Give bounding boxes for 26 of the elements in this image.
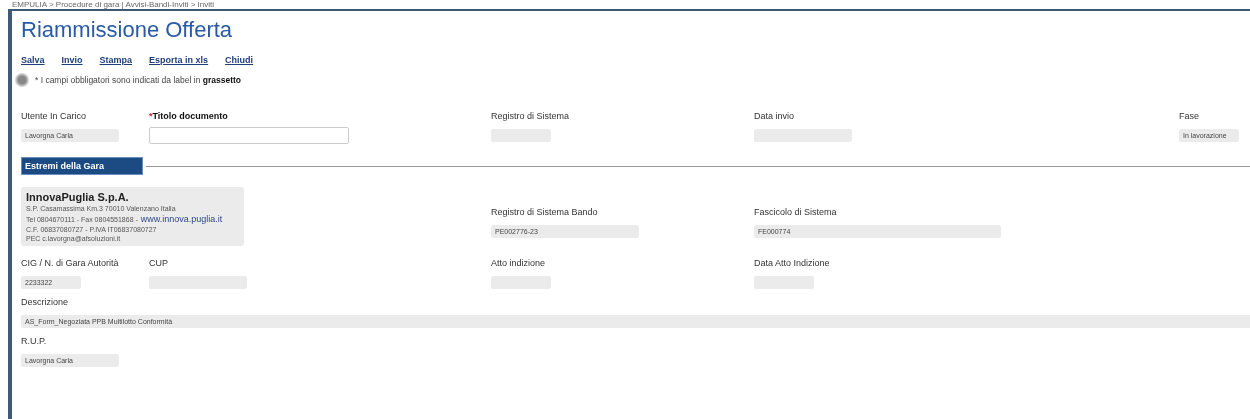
field-label: Registro di Sistema Bando [491, 207, 599, 217]
section-header: Estremi della Gara [21, 157, 143, 175]
toolbar-link[interactable]: Chiudi [225, 55, 254, 65]
field-label: CUP [149, 258, 169, 268]
field-label: *Titolo documento [149, 111, 229, 121]
toolbar-link[interactable]: Esporta in xls [149, 55, 209, 65]
field-label: Fase [1179, 111, 1200, 121]
input-field[interactable] [149, 127, 349, 144]
toolbar-link[interactable]: Invio [61, 55, 83, 65]
breadcrumb: EMPULIA > Procedure di gara | Avvisi-Bandi-Inviti > Inviti [11, 0, 216, 9]
field-label: Descrizione [21, 297, 70, 307]
field-label: Registro di Sistema [491, 111, 571, 121]
help-icon [15, 73, 29, 87]
required-fields-note: * I campi obbligatori sono indicati da label in grassetto [35, 75, 241, 85]
field-label: CIG / N. di Gara Autorità [21, 258, 120, 268]
website-link[interactable]: www.innova.puglia.it [140, 214, 223, 224]
field-label: Atto indizione [491, 258, 547, 268]
page-title: Riammissione Offerta [21, 17, 233, 43]
field-label: Utente In Carico [21, 111, 88, 121]
toolbar-link[interactable]: Stampa [99, 55, 133, 65]
field-label: Data invio [754, 111, 796, 121]
company-name: InnovaPuglia S.p.A. [26, 191, 130, 203]
field-label: Data Atto Indizione [754, 258, 831, 268]
field-label: Fascicolo di Sistema [754, 207, 838, 217]
field-label: R.U.P. [21, 336, 48, 346]
toolbar-link[interactable]: Salva [21, 55, 45, 65]
